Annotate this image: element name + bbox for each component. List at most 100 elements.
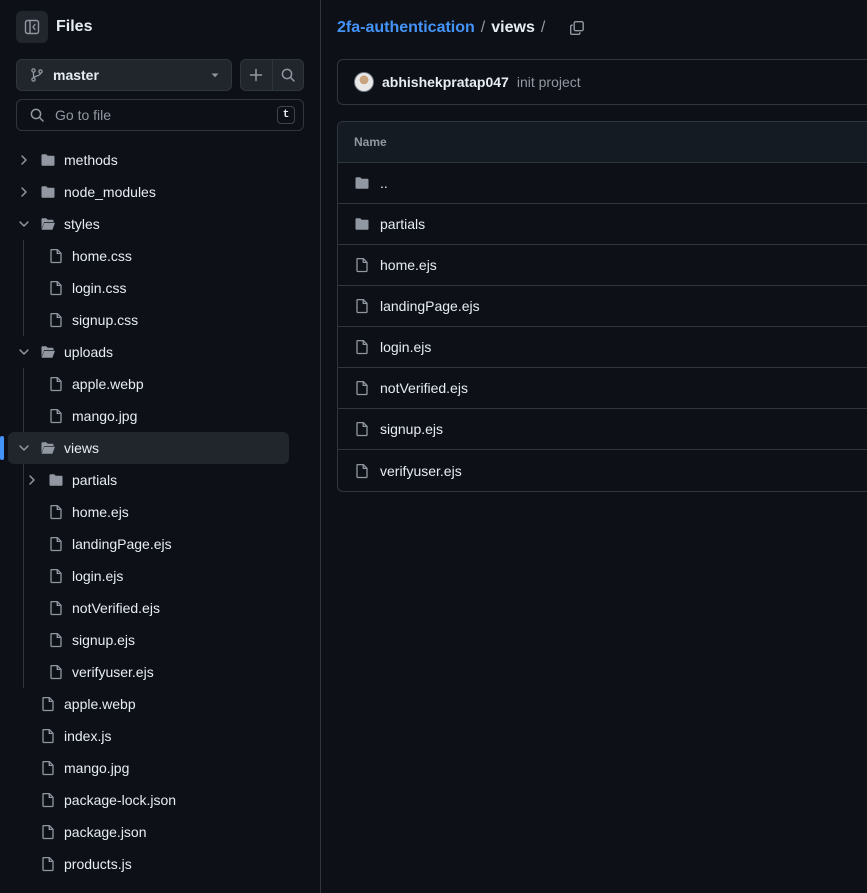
tree-item-home-css[interactable]: home.css xyxy=(8,240,289,272)
keyboard-shortcut-hint: t xyxy=(277,106,295,124)
file-name-link[interactable]: home.ejs xyxy=(380,257,437,273)
latest-commit-bar: abhishekpratap047 init project xyxy=(337,59,867,105)
file-icon xyxy=(40,824,56,840)
tree-indent-guide xyxy=(23,240,24,336)
table-header: Name xyxy=(338,122,867,163)
chevron-right-icon[interactable] xyxy=(16,184,32,200)
search-icon xyxy=(280,67,296,83)
breadcrumb-separator: / xyxy=(480,19,486,36)
tree-item-label: apple.webp xyxy=(64,696,136,712)
tree-item-node-modules[interactable]: node_modules xyxy=(8,176,289,208)
file-icon xyxy=(40,728,56,744)
git-branch-icon xyxy=(29,67,45,83)
tree-item-label: signup.css xyxy=(72,312,139,328)
tree-item-views[interactable]: views xyxy=(0,432,289,464)
go-to-file-input[interactable] xyxy=(53,106,277,124)
tree-item-apple-webp[interactable]: apple.webp xyxy=(8,368,289,400)
breadcrumb-current: views xyxy=(491,19,535,36)
file-icon xyxy=(48,632,64,648)
file-icon xyxy=(48,248,64,264)
tree-item-partials[interactable]: partials xyxy=(8,464,289,496)
table-row[interactable]: signup.ejs xyxy=(338,409,867,450)
tree-item-styles[interactable]: styles xyxy=(8,208,289,240)
tree-item-package-json[interactable]: package.json xyxy=(8,816,289,848)
folder-icon xyxy=(40,184,56,200)
search-code-button[interactable] xyxy=(271,60,303,90)
commit-message[interactable]: init project xyxy=(517,74,581,90)
file-name-link[interactable]: landingPage.ejs xyxy=(380,298,480,314)
tree-item-label: landingPage.ejs xyxy=(72,536,172,552)
file-icon xyxy=(48,376,64,392)
tree-item-index-js[interactable]: index.js xyxy=(8,720,289,752)
folder-icon xyxy=(354,175,370,191)
tree-item-signup-ejs[interactable]: signup.ejs xyxy=(8,624,289,656)
avatar[interactable] xyxy=(354,72,374,92)
file-name-link[interactable]: login.ejs xyxy=(380,339,431,355)
branch-selector-button[interactable]: master xyxy=(16,59,232,91)
table-row[interactable]: partials xyxy=(338,204,867,245)
table-row[interactable]: .. xyxy=(338,163,867,204)
file-name-link[interactable]: .. xyxy=(380,175,388,191)
tree-item-label: package-lock.json xyxy=(64,792,177,808)
file-name-link[interactable]: verifyuser.ejs xyxy=(380,463,462,479)
chevron-down-icon[interactable] xyxy=(16,440,32,456)
file-icon xyxy=(40,696,56,712)
tree-item-notverified-ejs[interactable]: notVerified.ejs xyxy=(8,592,289,624)
file-name-link[interactable]: signup.ejs xyxy=(380,421,443,437)
copy-path-button[interactable] xyxy=(563,14,591,42)
folder-icon xyxy=(48,472,64,488)
file-icon xyxy=(48,504,64,520)
chevron-right-icon[interactable] xyxy=(24,472,40,488)
file-icon xyxy=(48,664,64,680)
branch-name: master xyxy=(53,67,99,83)
tree-item-label: verifyuser.ejs xyxy=(72,664,154,680)
chevron-down-icon[interactable] xyxy=(16,344,32,360)
add-file-button[interactable] xyxy=(241,60,272,90)
file-name-link[interactable]: notVerified.ejs xyxy=(380,380,468,396)
tree-item-home-ejs[interactable]: home.ejs xyxy=(8,496,289,528)
tree-item-signup-css[interactable]: signup.css xyxy=(8,304,289,336)
file-icon xyxy=(40,760,56,776)
chevron-right-icon[interactable] xyxy=(16,152,32,168)
tree-item-login-ejs[interactable]: login.ejs xyxy=(8,560,289,592)
tree-item-landingpage-ejs[interactable]: landingPage.ejs xyxy=(8,528,289,560)
table-row[interactable]: landingPage.ejs xyxy=(338,286,867,327)
tree-item-label: login.css xyxy=(72,280,127,296)
tree-item-methods[interactable]: methods xyxy=(8,144,289,176)
tree-item-package-lock-json[interactable]: package-lock.json xyxy=(8,784,289,816)
table-row[interactable]: login.ejs xyxy=(338,327,867,368)
tree-item-uploads[interactable]: uploads xyxy=(8,336,289,368)
file-icon xyxy=(48,408,64,424)
file-icon xyxy=(48,536,64,552)
collapse-sidebar-button[interactable] xyxy=(16,11,48,43)
tree-indent-guide xyxy=(23,464,24,688)
table-row[interactable]: home.ejs xyxy=(338,245,867,286)
tree-item-mango-jpg[interactable]: mango.jpg xyxy=(8,400,289,432)
breadcrumb-repo-link[interactable]: 2fa-authentication xyxy=(337,19,475,37)
tree-item-apple-webp[interactable]: apple.webp xyxy=(8,688,289,720)
tree-item-products-js[interactable]: products.js xyxy=(8,848,289,880)
table-row[interactable]: verifyuser.ejs xyxy=(338,450,867,491)
table-row[interactable]: notVerified.ejs xyxy=(338,368,867,409)
tree-item-label: methods xyxy=(64,152,118,168)
tree-item-login-css[interactable]: login.css xyxy=(8,272,289,304)
tree-item-label: notVerified.ejs xyxy=(72,600,160,616)
file-name-link[interactable]: partials xyxy=(380,216,425,232)
commit-author[interactable]: abhishekpratap047 xyxy=(382,74,509,90)
tree-item-label: signup.ejs xyxy=(72,632,136,648)
chevron-down-icon[interactable] xyxy=(16,216,32,232)
tree-item-verifyuser-ejs[interactable]: verifyuser.ejs xyxy=(8,656,289,688)
file-icon xyxy=(354,257,370,273)
go-to-file-box: t xyxy=(16,99,304,131)
tree-item-mango-jpg[interactable]: mango.jpg xyxy=(8,752,289,784)
